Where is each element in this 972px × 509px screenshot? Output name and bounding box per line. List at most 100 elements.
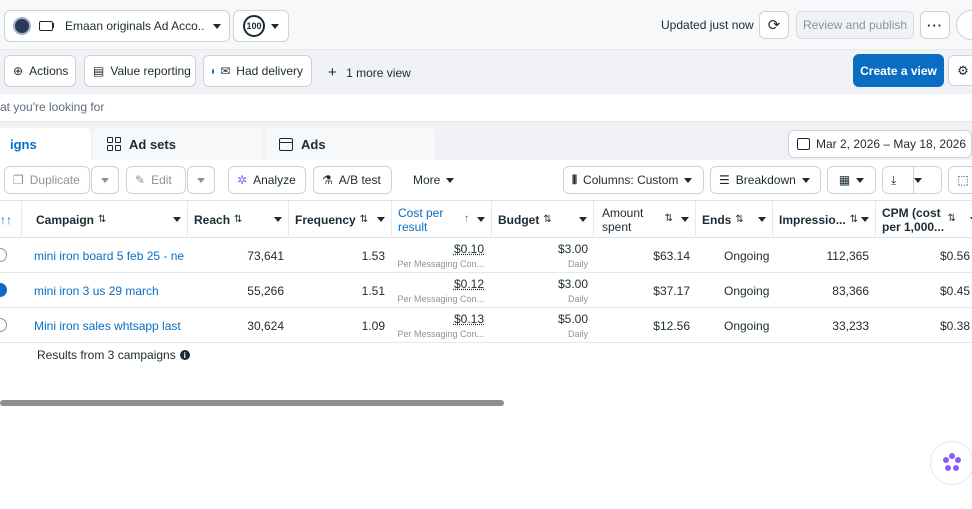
ab-test-label: A/B test <box>339 173 381 187</box>
sort-icon: ⇅ <box>735 214 743 225</box>
opportunity-score-button[interactable]: 100 <box>233 10 289 42</box>
search-bar[interactable]: at you're looking for <box>0 94 972 122</box>
row-select-radio[interactable] <box>0 318 7 332</box>
cost-per-result-value: $0.10 <box>454 242 484 256</box>
column-campaign[interactable]: Campaign ⇅ <box>24 201 188 238</box>
analyze-label: Analyze <box>253 173 296 187</box>
value-reporting-view[interactable]: ▤ Value reporting <box>84 55 196 87</box>
view-settings-button[interactable]: ⚙ <box>948 55 972 86</box>
ab-test-button[interactable]: ⚗ A/B test <box>313 166 392 194</box>
table-row[interactable]: mini iron board 5 feb 25 - ne... 73,641 … <box>0 238 972 273</box>
analyze-button[interactable]: ✲ Analyze <box>228 166 306 194</box>
had-delivery-view[interactable]: ✉ Had delivery <box>203 55 312 87</box>
row-select-radio[interactable] <box>0 283 7 297</box>
grid-icon <box>107 137 121 151</box>
flask-icon: ⚗ <box>322 173 333 187</box>
row-select-radio[interactable] <box>0 248 7 262</box>
more-actions-button[interactable]: More <box>404 166 466 194</box>
date-range-picker[interactable]: Mar 2, 2026 – May 18, 2026 <box>788 130 972 158</box>
campaign-name-link[interactable]: Mini iron sales whtsapp last ... <box>34 319 184 333</box>
columns-icon: ⫴ <box>572 173 577 188</box>
export-button[interactable]: ⤓ <box>882 166 942 194</box>
table-row[interactable]: Mini iron sales whtsapp last ... 30,624 … <box>0 308 972 343</box>
sort-icon: ⇅ <box>948 213 956 224</box>
column-amount-spent-label: Amount spent <box>602 206 643 234</box>
edit-button[interactable]: ✎ Edit <box>126 166 186 194</box>
table-row[interactable]: mini iron 3 us 29 march 55,266 1.51 $0.1… <box>0 273 972 308</box>
budget-value: $3.00 <box>558 242 588 256</box>
empty-table-area <box>0 410 972 509</box>
chevron-down-icon <box>271 24 279 29</box>
reports-button[interactable]: ▦ <box>827 166 876 194</box>
actions-view[interactable]: ⊕ Actions <box>4 55 76 87</box>
more-options-button[interactable]: ··· <box>920 11 950 39</box>
info-icon[interactable]: i <box>180 350 190 360</box>
sort-icon: ⇅ <box>360 214 368 225</box>
tab-campaigns[interactable]: igns <box>0 128 91 160</box>
top-bar: Emaan originals Ad Acco... 100 Updated j… <box>0 0 972 50</box>
calendar-icon <box>797 138 810 150</box>
account-selector[interactable]: Emaan originals Ad Acco... <box>4 10 230 42</box>
envelope-icon: ✉ <box>220 64 230 78</box>
tab-ad-sets[interactable]: Ad sets <box>93 128 263 160</box>
more-actions-label: More <box>413 173 440 187</box>
columns-label: Columns: Custom <box>583 173 678 187</box>
more-view-button[interactable]: + 1 more view <box>328 64 411 81</box>
cost-per-result-value: $0.12 <box>454 277 484 291</box>
chevron-down-icon <box>914 178 922 183</box>
column-impressions-label: Impressio... <box>779 213 846 227</box>
frequency-value: 1.09 <box>362 319 385 333</box>
download-icon: ⤓ <box>891 173 896 188</box>
sort-icon: ⇅ <box>98 214 106 225</box>
chart-toggle-button[interactable]: ⬚ <box>948 166 972 194</box>
date-range-label: Mar 2, 2026 – May 18, 2026 <box>816 137 966 151</box>
flower-icon <box>940 451 964 475</box>
amount-spent-value: $12.56 <box>653 319 690 333</box>
sort-ascending-icon: ↑ <box>464 213 469 224</box>
chevron-down-icon <box>274 217 282 222</box>
create-view-button[interactable]: Create a view <box>853 54 944 87</box>
column-frequency-label: Frequency <box>295 213 356 227</box>
duplicate-icon: ❐ <box>13 173 24 187</box>
export-divider <box>913 166 914 194</box>
column-frequency[interactable]: Frequency ⇅ <box>289 201 392 238</box>
had-delivery-label: Had delivery <box>236 64 303 78</box>
select-all-column[interactable]: ↑↑ <box>0 201 22 238</box>
duplicate-button[interactable]: ❐ Duplicate <box>4 166 90 194</box>
column-budget[interactable]: Budget ⇅ <box>492 201 594 238</box>
view-bar: ⊕ Actions ▤ Value reporting ✉ Had delive… <box>0 50 972 94</box>
campaign-name-link[interactable]: mini iron board 5 feb 25 - ne... <box>34 249 184 263</box>
tab-ads[interactable]: Ads <box>265 128 435 160</box>
column-impressions[interactable]: Impressio... ⇅ <box>773 201 876 238</box>
breakdown-button[interactable]: ☰ Breakdown <box>710 166 821 194</box>
review-and-publish-button[interactable]: Review and publish <box>796 11 914 39</box>
sort-icon: ⇅ <box>543 214 551 225</box>
campaign-name-link[interactable]: mini iron 3 us 29 march <box>34 284 184 298</box>
sort-icon: ⇅ <box>850 214 858 225</box>
column-campaign-label: Campaign <box>36 213 94 227</box>
cpm-value: $0.56 <box>940 249 970 263</box>
updated-status: Updated just now <box>661 18 754 32</box>
cost-per-result-type: Per Messaging Con... <box>397 259 484 269</box>
tab-campaigns-label: igns <box>10 137 37 152</box>
ai-assistant-button[interactable] <box>930 441 972 485</box>
edit-menu-button[interactable] <box>187 166 215 194</box>
help-button[interactable] <box>956 10 972 40</box>
impressions-value: 33,233 <box>832 319 869 333</box>
refresh-icon: ⟳ <box>768 16 781 34</box>
duplicate-menu-button[interactable] <box>91 166 119 194</box>
level-tabs: igns Ad sets Ads Mar 2, 2026 – May 18, 2… <box>0 122 972 160</box>
columns-button[interactable]: ⫴ Columns: Custom <box>563 166 704 194</box>
column-ends[interactable]: Ends ⇅ <box>696 201 773 238</box>
refresh-button[interactable]: ⟳ <box>759 11 789 39</box>
column-reach[interactable]: Reach ⇅ <box>188 201 289 238</box>
column-cpm[interactable]: CPM (cost per 1,000... ⇅ <box>876 201 972 238</box>
column-amount-line-2: spent <box>602 220 643 234</box>
cpm-value: $0.45 <box>940 284 970 298</box>
column-cost-per-result[interactable]: Cost per result ↑ <box>392 201 492 238</box>
column-reach-label: Reach <box>194 213 230 227</box>
column-amount-spent[interactable]: Amount spent ⇅ <box>594 201 696 238</box>
horizontal-scrollbar[interactable] <box>0 400 504 406</box>
chevron-down-icon <box>477 217 485 222</box>
chevron-down-icon <box>861 217 869 222</box>
